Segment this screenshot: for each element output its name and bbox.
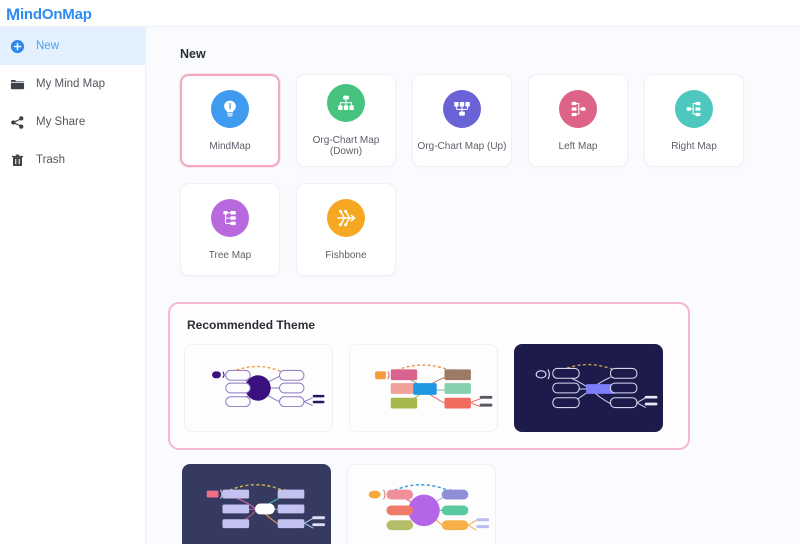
tree-map-icon: [211, 198, 249, 237]
sidebar-item-my-mind-map[interactable]: My Mind Map: [0, 65, 145, 103]
new-section-title: New: [180, 47, 206, 61]
template-card-tree-map[interactable]: Tree Map: [180, 183, 280, 276]
template-card-right-map[interactable]: Right Map: [644, 74, 744, 167]
fishbone-icon: [327, 198, 365, 237]
template-card-label: Org-Chart Map (Up): [417, 140, 507, 152]
theme-thumbnail-pastel-light[interactable]: [347, 464, 496, 544]
template-card-label: Right Map: [671, 140, 717, 152]
org-chart-down-icon: [327, 84, 365, 122]
template-card-label: MindMap: [209, 140, 251, 152]
logo-text: indOnMap: [19, 5, 92, 23]
theme-thumbnail-colorful[interactable]: [349, 344, 498, 432]
recommended-theme-title: Recommended Theme: [187, 318, 316, 332]
left-map-icon: [559, 89, 597, 128]
theme-thumbnail-row-2: [182, 464, 776, 544]
lightbulb-icon: [211, 89, 249, 128]
plus-circle-icon: [10, 39, 25, 54]
sidebar-item-my-share[interactable]: My Share: [0, 103, 145, 141]
template-card-label: Tree Map: [208, 249, 252, 261]
template-card-org-chart-up[interactable]: Org-Chart Map (Up): [412, 74, 512, 167]
template-card-grid: MindMap Org-Chart Map (Down) Org-Chart M…: [180, 74, 776, 276]
template-card-left-map[interactable]: Left Map: [528, 74, 628, 167]
sidebar-item-label: My Share: [36, 116, 86, 128]
main-content: New MindMap Org-Chart Map (Down) Org-Cha…: [146, 27, 800, 544]
sidebar: New My Mind Map My Share Trash: [0, 27, 146, 544]
theme-thumbnail-purple-light[interactable]: [184, 344, 333, 432]
theme-thumbnail-row: [184, 344, 672, 432]
template-card-label: Org-Chart Map (Down): [312, 135, 380, 157]
org-chart-up-icon: [443, 89, 481, 128]
app-logo[interactable]: MindOnMap: [6, 4, 92, 24]
top-bar: MindOnMap: [0, 0, 800, 27]
share-icon: [10, 115, 25, 130]
sidebar-item-new[interactable]: New: [0, 27, 145, 65]
template-card-fishbone[interactable]: Fishbone: [296, 183, 396, 276]
app-window: MindOnMap New My Mind Map My Share Trash…: [0, 0, 800, 544]
sidebar-item-label: New: [36, 40, 60, 52]
template-card-label: Left Map: [558, 140, 598, 152]
sidebar-item-label: Trash: [36, 154, 65, 166]
recommended-theme-panel: Recommended Theme: [168, 302, 690, 450]
theme-thumbnail-navy-dark[interactable]: [514, 344, 663, 432]
folder-icon: [10, 77, 25, 92]
trash-icon: [10, 153, 25, 168]
template-card-label: Fishbone: [325, 249, 367, 261]
sidebar-item-trash[interactable]: Trash: [0, 141, 145, 179]
sidebar-item-label: My Mind Map: [36, 78, 106, 90]
right-map-icon: [675, 89, 713, 128]
theme-thumbnail-slate-dark[interactable]: [182, 464, 331, 544]
template-card-org-chart-down[interactable]: Org-Chart Map (Down): [296, 74, 396, 167]
body-split: New My Mind Map My Share Trash New MindM…: [0, 27, 800, 544]
logo-mark-icon: M: [6, 4, 20, 24]
template-card-mindmap[interactable]: MindMap: [180, 74, 280, 167]
